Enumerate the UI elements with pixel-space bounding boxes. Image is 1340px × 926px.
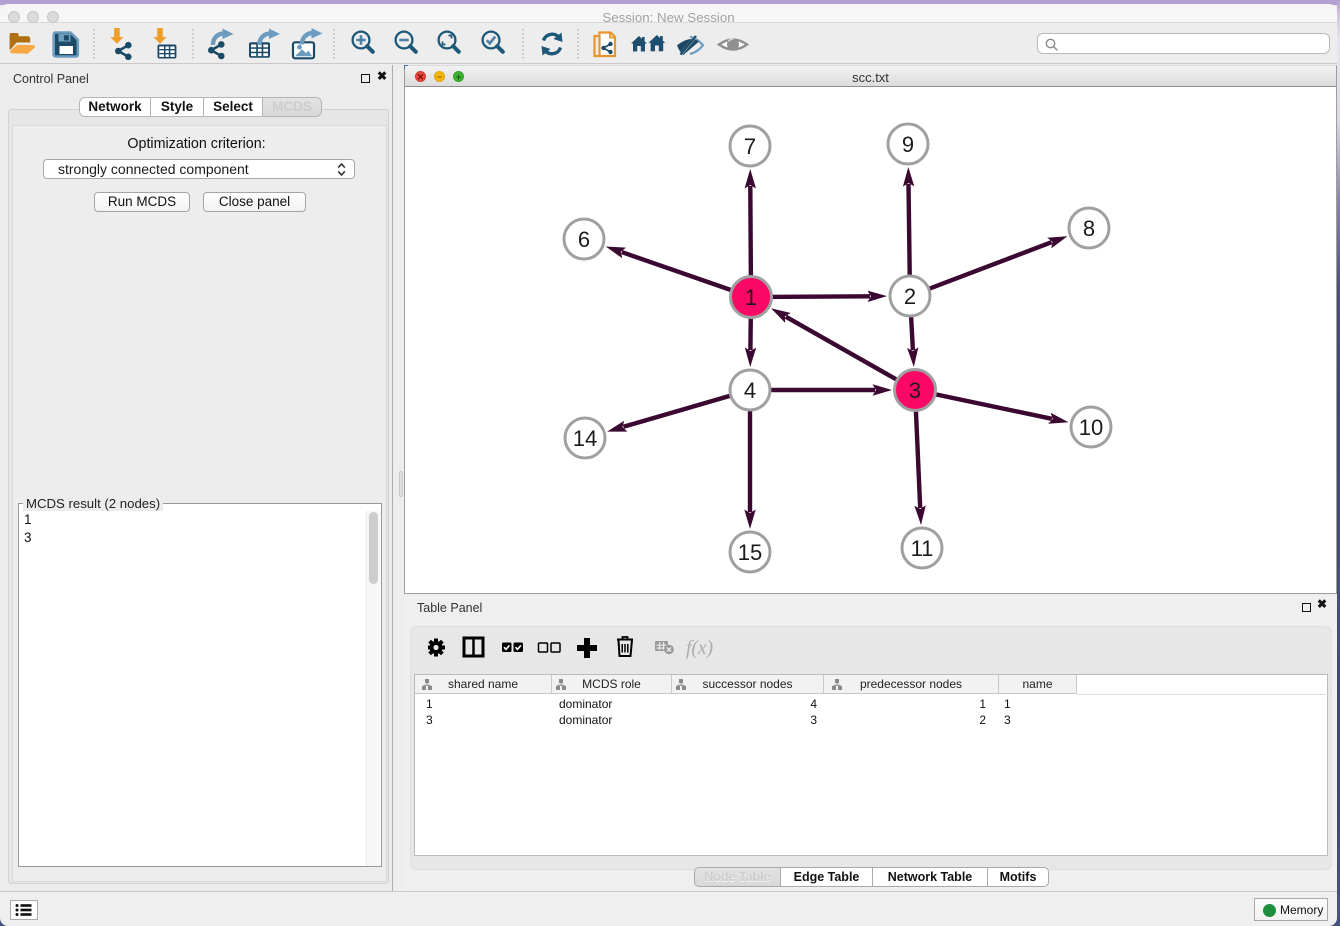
svg-text:15: 15	[738, 540, 762, 565]
svg-text:f(x): f(x)	[686, 638, 713, 659]
svg-text:14: 14	[573, 426, 597, 451]
svg-text:2: 2	[904, 284, 916, 309]
svg-text:8: 8	[1083, 216, 1095, 241]
svg-text:9: 9	[902, 132, 914, 157]
svg-text:4: 4	[744, 378, 756, 403]
svg-text:10: 10	[1079, 415, 1103, 440]
svg-text:11: 11	[911, 536, 934, 561]
svg-text:6: 6	[578, 227, 590, 252]
svg-text:1: 1	[745, 285, 757, 310]
svg-text:3: 3	[909, 378, 921, 403]
svg-text:7: 7	[744, 134, 756, 159]
